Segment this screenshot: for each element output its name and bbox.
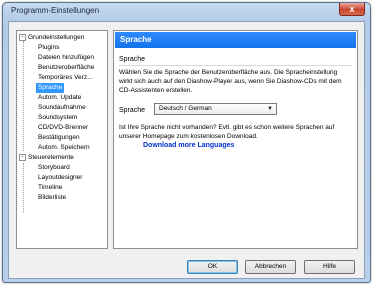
tree-item-dateien-hinzufuegen[interactable]: Dateien hinzufügen [36,53,96,63]
language-description: Wählen Sie die Sprache der Benutzeroberf… [119,69,342,94]
panel-banner: Sprache [115,32,356,48]
missing-language-text: Ist Ihre Sprache nicht vorhanden? Evtl. … [119,124,335,140]
cancel-button[interactable]: Abbrechen [245,260,296,274]
tree-item-timeline[interactable]: Timeline [36,183,64,193]
tree-group-steuerelemente[interactable]: - Steuerelemente [19,153,74,163]
tree-item-bilderliste[interactable]: Bilderliste [36,193,68,203]
section-title: Sprache [119,56,146,63]
tree-item-autom-update[interactable]: Autom. Update [36,93,83,103]
settings-window: Programm-Einstellungen x - Grundeinstellu… [2,2,371,283]
close-button[interactable]: x [339,3,365,16]
tree-item-autom-speichern[interactable]: Autom. Speichern [36,143,92,153]
tree-connector [23,41,24,151]
language-select-value: Deutsch / German [159,105,212,112]
tree-item-soundsystem[interactable]: Soundsystem [36,113,79,123]
tree-item-bestaetigungen[interactable]: Bestätigungen [36,133,82,143]
tree-item-storyboard[interactable]: Storyboard [36,163,72,173]
title-bar[interactable]: Programm-Einstellungen x [3,3,370,21]
language-label: Sprache [119,107,146,114]
tree-item-plugins[interactable]: Plugins [36,43,61,53]
tree-item-benutzeroberflaeche[interactable]: Benutzeroberfläche [36,63,96,73]
language-select[interactable]: Deutsch / German ▼ [154,103,277,115]
download-languages-link[interactable]: Download more Languages [143,142,234,149]
settings-tree: - Grundeinstellungen Plugins Dateien hinz… [16,30,108,249]
collapse-toggle-icon[interactable]: - [19,153,26,161]
tree-item-cd-dvd-brenner[interactable]: CD/DVD-Brenner [36,123,90,133]
tree-group-label: Grundeinstellungen [28,34,85,41]
tree-connector [23,163,24,213]
ok-button[interactable]: OK [187,260,238,274]
chevron-down-icon[interactable]: ▼ [267,104,273,114]
settings-panel: Sprache Sprache Wählen Sie die Sprache d… [113,30,358,249]
tree-item-temporaeres-verz[interactable]: Temporäres Verz... [36,73,95,83]
window-title: Programm-Einstellungen [11,6,100,15]
dialog-body: - Grundeinstellungen Plugins Dateien hinz… [8,21,365,279]
tree-item-sprache[interactable]: Sprache [36,83,65,93]
tree-item-layoutdesigner[interactable]: Layoutdesigner [36,173,84,183]
collapse-toggle-icon[interactable]: - [19,33,26,41]
tree-item-soundaufnahme[interactable]: Soundaufnahme [36,103,88,113]
help-button[interactable]: Hilfe [304,260,355,274]
tree-group-label: Steuerelemente [28,154,74,161]
tree-group-grundeinstellungen[interactable]: - Grundeinstellungen [19,33,84,43]
section-divider [119,65,352,66]
